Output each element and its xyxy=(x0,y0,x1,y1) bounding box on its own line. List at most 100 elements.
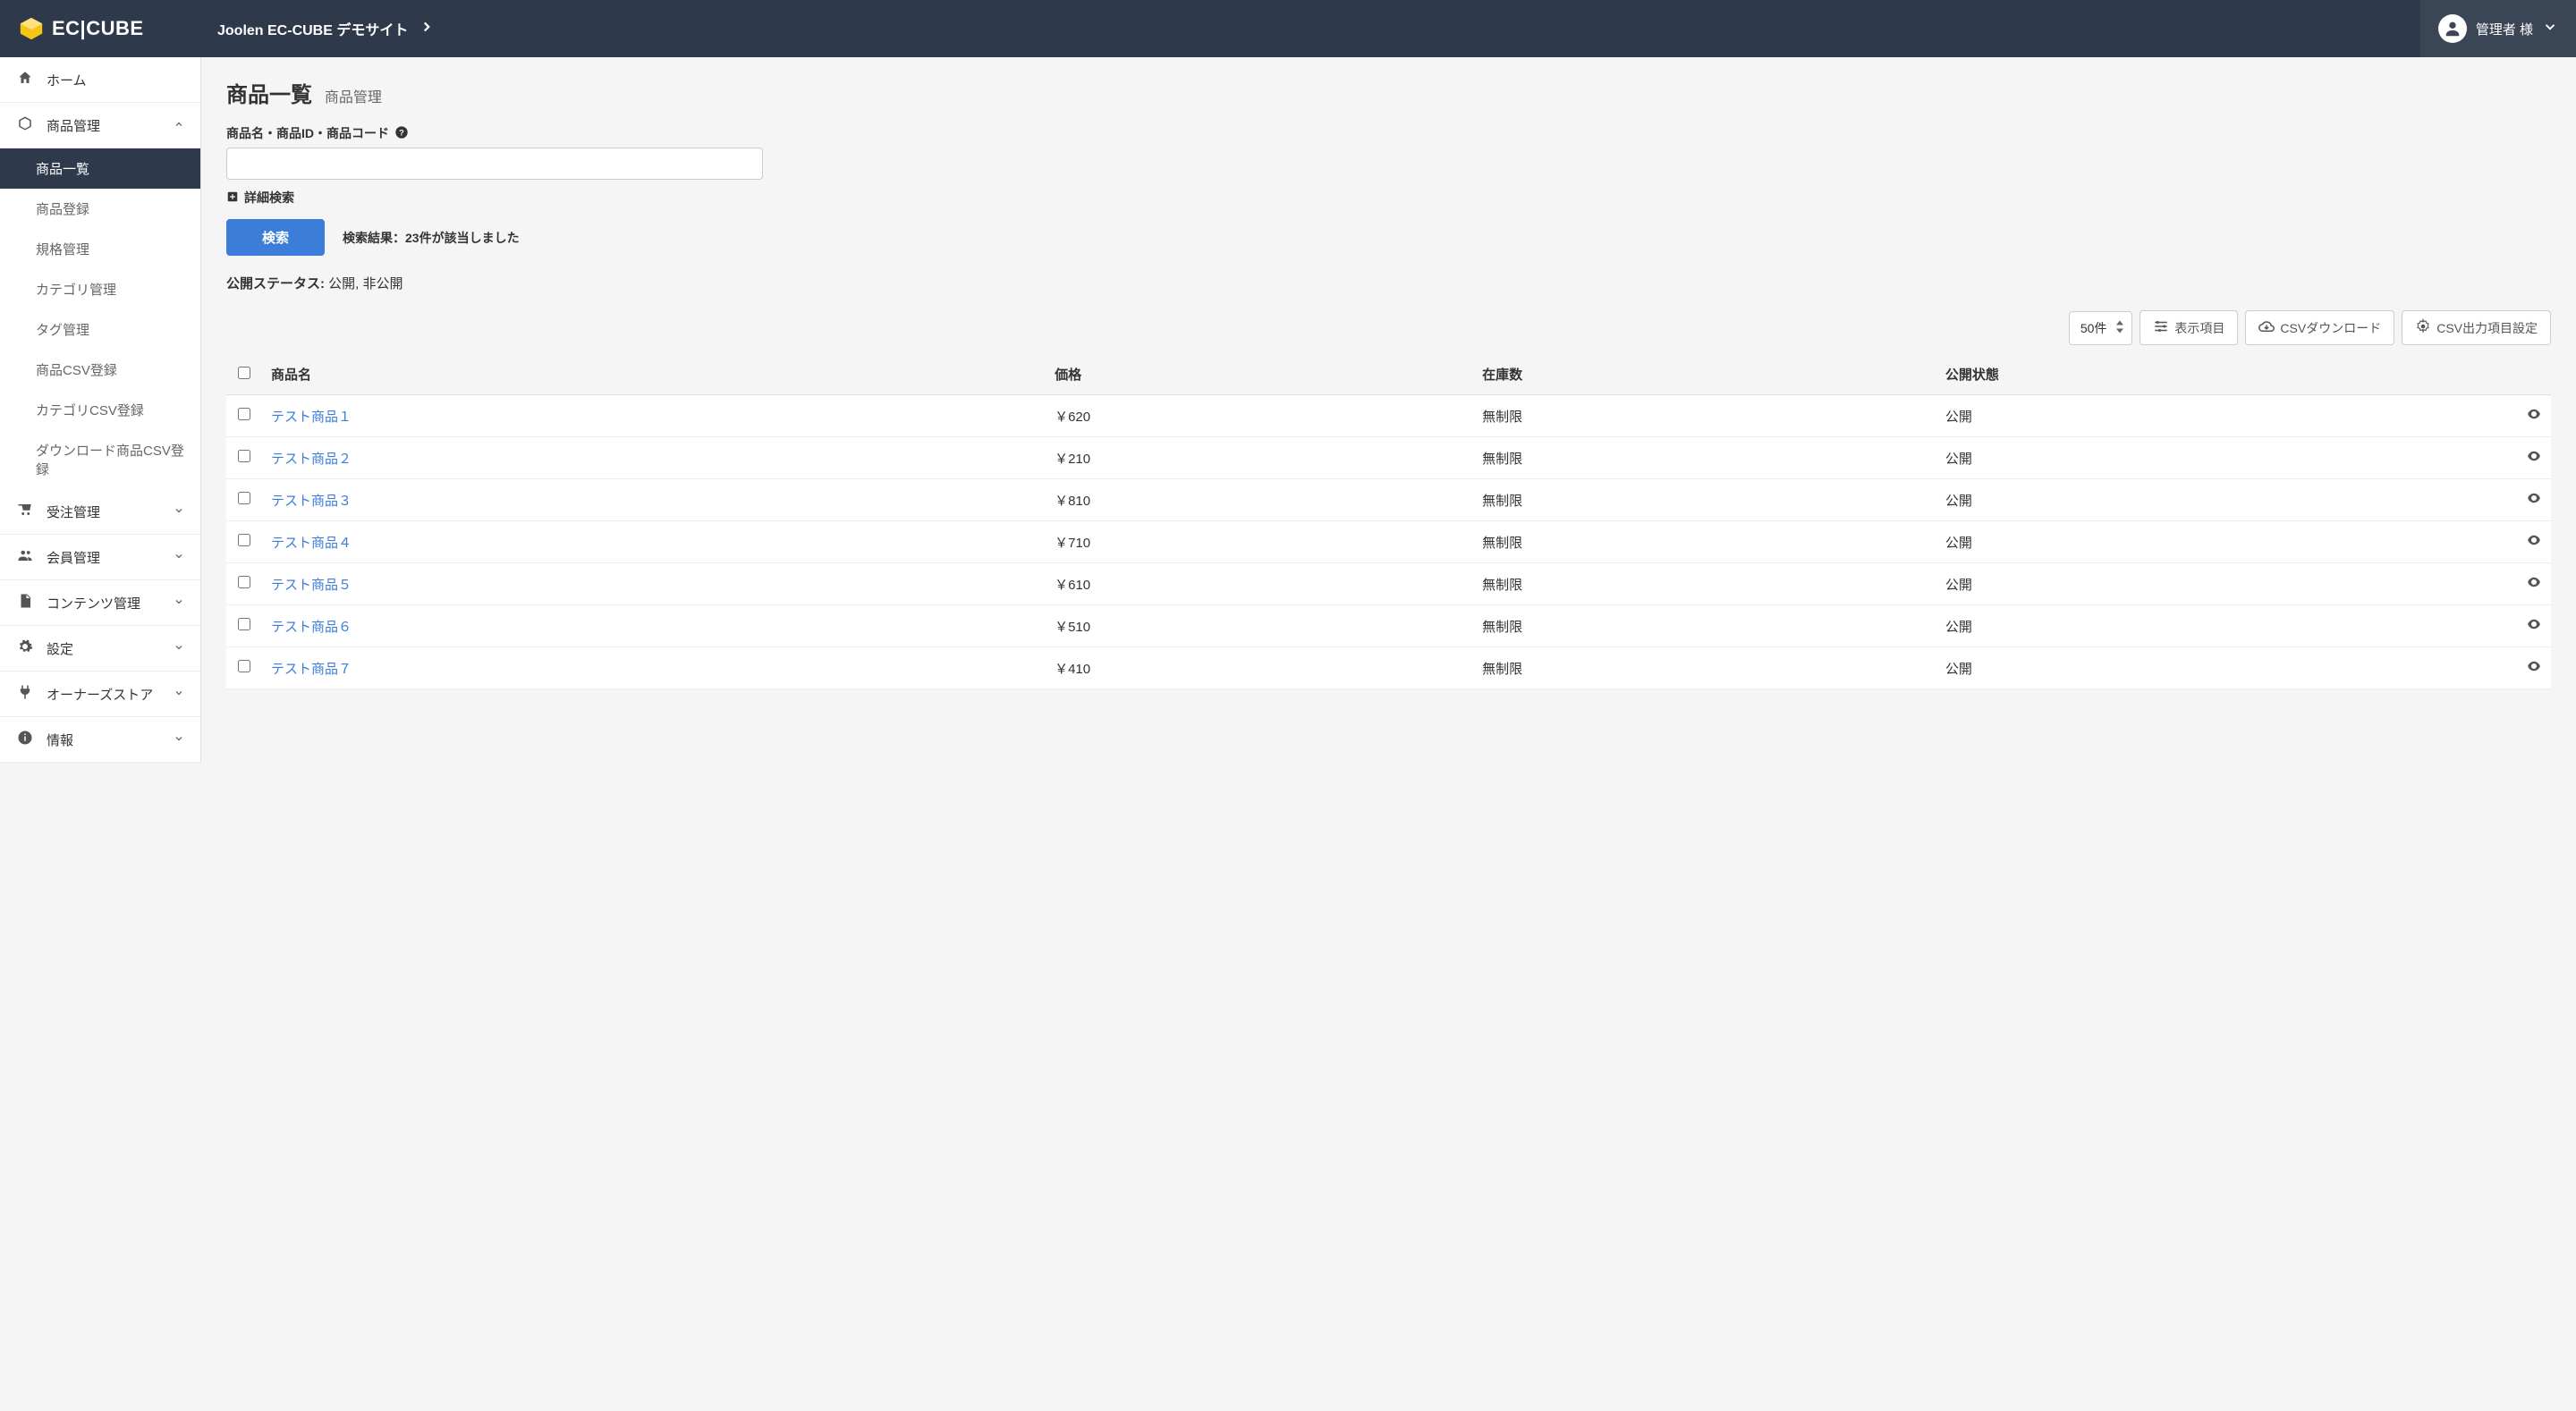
select-all-checkbox[interactable] xyxy=(238,367,250,379)
nav-order[interactable]: 受注管理 xyxy=(0,489,200,535)
product-link[interactable]: テスト商品２ xyxy=(271,452,352,467)
table-row: テスト商品３ ￥810無制限公開 xyxy=(226,479,2551,521)
sidebar: ホーム 商品管理 商品一覧 商品登録 規格管理 カテゴリ管理 タグ管理 商品CS… xyxy=(0,57,201,763)
sidebar-item-tag[interactable]: タグ管理 xyxy=(0,309,200,350)
logo[interactable]: EC|CUBE xyxy=(0,0,201,57)
sliders-icon xyxy=(2153,318,2169,337)
cell-price: ￥710 xyxy=(1046,521,1473,563)
gear-icon xyxy=(2415,318,2431,337)
product-link[interactable]: テスト商品６ xyxy=(271,620,352,635)
sidebar-item-product-csv[interactable]: 商品CSV登録 xyxy=(0,350,200,390)
columns-button[interactable]: 表示項目 xyxy=(2140,310,2238,345)
info-icon xyxy=(16,730,34,749)
cloud-download-icon xyxy=(2258,318,2275,337)
eye-icon[interactable] xyxy=(2526,621,2542,636)
table-row: テスト商品４￥710無制限公開 xyxy=(226,521,2551,563)
row-checkbox[interactable] xyxy=(238,618,250,630)
table-row: テスト商品６￥510無制限公開 xyxy=(226,605,2551,647)
product-link[interactable]: テスト商品５ xyxy=(271,578,352,593)
eye-icon[interactable] xyxy=(2526,494,2542,510)
nav-product[interactable]: 商品管理 xyxy=(0,103,200,148)
cell-stock: 無制限 xyxy=(1473,437,1936,479)
product-link[interactable]: テスト商品４ xyxy=(271,536,352,551)
cell-status: 公開 xyxy=(1936,479,2506,521)
sort-icon xyxy=(2115,320,2124,335)
page-title: 商品一覧 xyxy=(226,83,312,107)
chevron-down-icon xyxy=(174,596,184,611)
table-row: テスト商品５ ￥610無制限公開 xyxy=(226,563,2551,605)
cell-price: ￥410 xyxy=(1046,647,1473,689)
user-menu[interactable]: 管理者 様 xyxy=(2420,0,2576,57)
nav-home[interactable]: ホーム xyxy=(0,57,200,103)
nav-store[interactable]: オーナーズストア xyxy=(0,672,200,717)
search-area: 商品名・商品ID・商品コード ? 詳細検索 検索 検索結果：23件が該当しました xyxy=(201,115,2576,256)
row-checkbox[interactable] xyxy=(238,534,250,546)
site-link[interactable]: Joolen EC-CUBE デモサイト xyxy=(201,18,2420,39)
nav-label: 商品管理 xyxy=(47,116,100,135)
cell-status: 公開 xyxy=(1936,563,2506,605)
user-icon xyxy=(2438,14,2467,43)
file-icon xyxy=(16,593,34,613)
cell-status: 公開 xyxy=(1936,605,2506,647)
home-icon xyxy=(16,70,34,89)
cube-icon xyxy=(16,115,34,135)
eye-icon[interactable] xyxy=(2526,579,2542,594)
nav-info[interactable]: 情報 xyxy=(0,717,200,763)
sidebar-item-download-csv[interactable]: ダウンロード商品CSV登録 xyxy=(0,430,200,489)
eye-icon[interactable] xyxy=(2526,537,2542,552)
product-link[interactable]: テスト商品７ xyxy=(271,662,352,677)
table-toolbar: 50件 表示項目 CSVダウンロード CSV出力項目設定 xyxy=(201,310,2576,354)
cell-stock: 無制限 xyxy=(1473,479,1936,521)
sidebar-item-product-list[interactable]: 商品一覧 xyxy=(0,148,200,189)
eye-icon[interactable] xyxy=(2526,663,2542,678)
nav-content[interactable]: コンテンツ管理 xyxy=(0,580,200,626)
help-icon[interactable]: ? xyxy=(394,125,409,142)
row-checkbox[interactable] xyxy=(238,408,250,420)
search-input[interactable] xyxy=(226,148,763,180)
plug-icon xyxy=(16,684,34,704)
cell-price: ￥210 xyxy=(1046,437,1473,479)
cell-price: ￥610 xyxy=(1046,563,1473,605)
per-page-select[interactable]: 50件 xyxy=(2069,311,2133,345)
advanced-search-toggle[interactable]: 詳細検索 xyxy=(226,189,2551,207)
row-checkbox[interactable] xyxy=(238,576,250,588)
nav-label: オーナーズストア xyxy=(47,685,153,704)
nav-label: 受注管理 xyxy=(47,503,100,521)
row-checkbox[interactable] xyxy=(238,660,250,672)
page-head: 商品一覧 商品管理 xyxy=(201,57,2576,115)
sidebar-item-product-new[interactable]: 商品登録 xyxy=(0,189,200,229)
product-link[interactable]: テスト商品１ xyxy=(271,410,352,425)
csv-settings-button[interactable]: CSV出力項目設定 xyxy=(2402,310,2551,345)
col-name: 商品名 xyxy=(262,354,1046,395)
nav-label: 情報 xyxy=(47,731,73,749)
cell-stock: 無制限 xyxy=(1473,647,1936,689)
cell-status: 公開 xyxy=(1936,521,2506,563)
cell-price: ￥810 xyxy=(1046,479,1473,521)
eye-icon[interactable] xyxy=(2526,410,2542,426)
product-link[interactable]: テスト商品３ xyxy=(271,494,352,509)
nav-product-sub: 商品一覧 商品登録 規格管理 カテゴリ管理 タグ管理 商品CSV登録 カテゴリC… xyxy=(0,148,200,489)
logo-icon xyxy=(18,15,45,42)
search-button[interactable]: 検索 xyxy=(226,219,325,256)
sidebar-item-category-csv[interactable]: カテゴリCSV登録 xyxy=(0,390,200,430)
csv-download-button[interactable]: CSVダウンロード xyxy=(2245,310,2394,345)
nav-setting[interactable]: 設定 xyxy=(0,626,200,672)
cell-stock: 無制限 xyxy=(1473,563,1936,605)
sidebar-item-class[interactable]: 規格管理 xyxy=(0,229,200,269)
nav-label: 会員管理 xyxy=(47,548,100,567)
col-price: 価格 xyxy=(1046,354,1473,395)
row-checkbox[interactable] xyxy=(238,450,250,462)
sidebar-item-category[interactable]: カテゴリ管理 xyxy=(0,269,200,309)
chevron-right-icon xyxy=(419,19,435,39)
nav-customer[interactable]: 会員管理 xyxy=(0,535,200,580)
site-name: Joolen EC-CUBE デモサイト xyxy=(217,18,408,39)
chevron-down-icon xyxy=(174,687,184,702)
nav-label: コンテンツ管理 xyxy=(47,594,140,613)
row-checkbox[interactable] xyxy=(238,492,250,504)
chevron-down-icon xyxy=(174,641,184,656)
cell-stock: 無制限 xyxy=(1473,605,1936,647)
cell-stock: 無制限 xyxy=(1473,395,1936,437)
chevron-down-icon xyxy=(174,504,184,520)
search-result: 検索結果：23件が該当しました xyxy=(343,229,520,247)
eye-icon[interactable] xyxy=(2526,452,2542,468)
